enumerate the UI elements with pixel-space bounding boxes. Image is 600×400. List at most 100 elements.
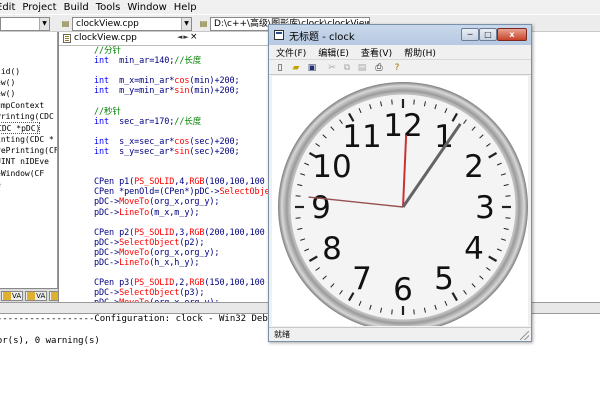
class-view-tab[interactable]: VA: [1, 290, 24, 301]
code-line: pDC->LineTo(m_x,m_y);: [59, 208, 271, 218]
class-view-item[interactable]: CDC *pDC): [0, 122, 40, 134]
menu-file[interactable]: 文件(F): [276, 46, 306, 59]
class-view-item[interactable]: ew(): [0, 88, 57, 99]
copy-icon[interactable]: ⧉: [341, 62, 353, 74]
code-line: pDC->MoveTo(org_x,org_y);: [59, 197, 271, 207]
code-token: RGB: [189, 177, 205, 188]
minimize-button[interactable]: ─: [461, 28, 479, 41]
minute-tick: [413, 309, 415, 315]
code-line: //分针: [59, 46, 271, 56]
cut-icon[interactable]: ✂: [326, 62, 338, 74]
code-token: (p2);: [179, 237, 205, 248]
open-folder-icon[interactable]: ▰: [290, 62, 302, 74]
menu-view[interactable]: 查看(V): [361, 46, 392, 59]
code-area[interactable]: //分针 int min_ar=140;//长度 int m_x=min_ar*c…: [59, 46, 271, 302]
clock-title-bar[interactable]: 无标题 - clock ─ □ x: [269, 25, 531, 45]
code-token: //长度: [174, 56, 202, 67]
class-view-item[interactable]: lid(): [0, 66, 57, 77]
menu-edit[interactable]: 编辑(E): [318, 46, 349, 59]
class-view-tab-label: VA: [12, 291, 22, 300]
file-combo[interactable]: clockView.cpp ▼: [72, 17, 192, 31]
workspace-combo[interactable]: ▼: [0, 17, 50, 31]
clock-app-window: 无标题 - clock ─ □ x 文件(F) 编辑(E) 查看(V) 帮助(H…: [268, 24, 532, 342]
close-tab-icon[interactable]: ×: [190, 32, 198, 42]
clock-numeral: 2: [464, 149, 484, 185]
class-view-item[interactable]: [0, 32, 57, 43]
class-view-item[interactable]: e: [0, 179, 57, 190]
code-token: sec_ar=170;: [109, 116, 175, 127]
menu-project[interactable]: Project: [19, 2, 60, 13]
code-line: CPen p3(PS_SOLID,2,RGB(150,100,100: [59, 278, 271, 288]
menu-window[interactable]: Window: [124, 2, 170, 13]
resource-view-tab[interactable]: VA: [25, 290, 48, 301]
help-icon[interactable]: ?: [391, 62, 403, 74]
code-token: cos: [174, 76, 190, 87]
code-token: int: [94, 146, 110, 157]
class-view-item[interactable]: umpContext: [0, 100, 57, 111]
clock-numeral: 5: [434, 261, 454, 297]
editor-tab-strip: clockView.cpp ◄► ×: [59, 32, 271, 46]
print-icon[interactable]: ⎙: [373, 62, 385, 74]
class-view-item[interactable]: ew(): [0, 77, 57, 88]
class-view-item[interactable]: eWindow(CF: [0, 168, 57, 179]
chevron-down-icon[interactable]: ▼: [39, 18, 49, 30]
file-icon: ▤: [61, 19, 70, 28]
class-view-item[interactable]: rePrinting(CF: [0, 145, 57, 156]
code-line: int m_y=min_ar*sin(min)+200;: [59, 86, 271, 96]
code-token: pDC->: [94, 257, 120, 268]
code-token: (min)+200;: [189, 86, 240, 97]
menu-help[interactable]: 帮助(H): [404, 46, 436, 59]
save-icon[interactable]: ▣: [306, 62, 318, 74]
menu-build[interactable]: Build: [61, 2, 93, 13]
code-token: //秒针: [94, 106, 121, 117]
clock-numeral: 4: [464, 231, 484, 267]
clock-canvas: 12 1 2 3 4 5 6 7 8 9 10 11: [272, 76, 528, 326]
code-line: int m_x=min_ar*cos(min)+200;: [59, 76, 271, 86]
file-combo-value: clockView.cpp: [76, 19, 139, 29]
editor-file-tab[interactable]: clockView.cpp: [61, 32, 143, 45]
code-token: RGB: [189, 278, 205, 289]
chevron-down-icon[interactable]: ▼: [181, 18, 191, 30]
code-token: SelectObje: [219, 187, 270, 198]
code-line: pDC->LineTo(h_x,h_y);: [59, 258, 271, 268]
code-token: SelectObject: [119, 237, 180, 248]
code-token: MoveTo: [119, 197, 150, 208]
menu-edit[interactable]: Edit: [0, 2, 19, 13]
source-file-icon: [63, 34, 71, 43]
code-line: CPen p2(PS_SOLID,3,RGB(200,100,100: [59, 228, 271, 238]
code-token: (sec)+200;: [189, 146, 240, 157]
code-token: CPen p3(: [94, 278, 135, 289]
file-icon: ▤: [199, 19, 208, 28]
resize-grip-icon[interactable]: [520, 331, 529, 340]
class-view-item[interactable]: [0, 43, 57, 54]
status-text: 就绪: [274, 330, 290, 339]
class-view-item[interactable]: [0, 55, 57, 66]
code-token: (150,100,100: [204, 278, 265, 289]
maximize-button[interactable]: □: [479, 28, 497, 41]
tab-scroll-arrows-icon[interactable]: ◄►: [177, 33, 190, 41]
code-token: cos: [174, 136, 190, 147]
minute-tick: [295, 217, 301, 219]
code-token: pDC->: [94, 237, 120, 248]
editor-file-tab-label: clockView.cpp: [74, 33, 137, 43]
code-line: pDC->MoveTo(org_x,org_y);: [59, 248, 271, 258]
code-token: (sec)+200;: [189, 136, 240, 147]
class-view-item[interactable]: inting(CDC *: [0, 134, 57, 145]
menu-tools[interactable]: Tools: [93, 2, 125, 13]
paste-icon[interactable]: ▤: [356, 62, 368, 74]
clock-numeral: 6: [393, 272, 413, 308]
new-file-icon[interactable]: ▯: [274, 62, 286, 74]
code-token: pDC->: [94, 288, 120, 299]
minute-tick: [413, 99, 415, 105]
class-view-tab-icon: [3, 291, 11, 300]
close-button[interactable]: x: [497, 28, 527, 41]
status-bar: 就绪: [269, 327, 531, 341]
class-view-item[interactable]: UINT nIDEve: [0, 156, 57, 167]
class-view-item[interactable]: Printing(CDC: [0, 111, 57, 122]
menu-help[interactable]: Help: [171, 2, 201, 13]
code-line: int s_y=sec_ar*sin(sec)+200;: [59, 147, 271, 157]
minute-tick: [295, 195, 301, 197]
